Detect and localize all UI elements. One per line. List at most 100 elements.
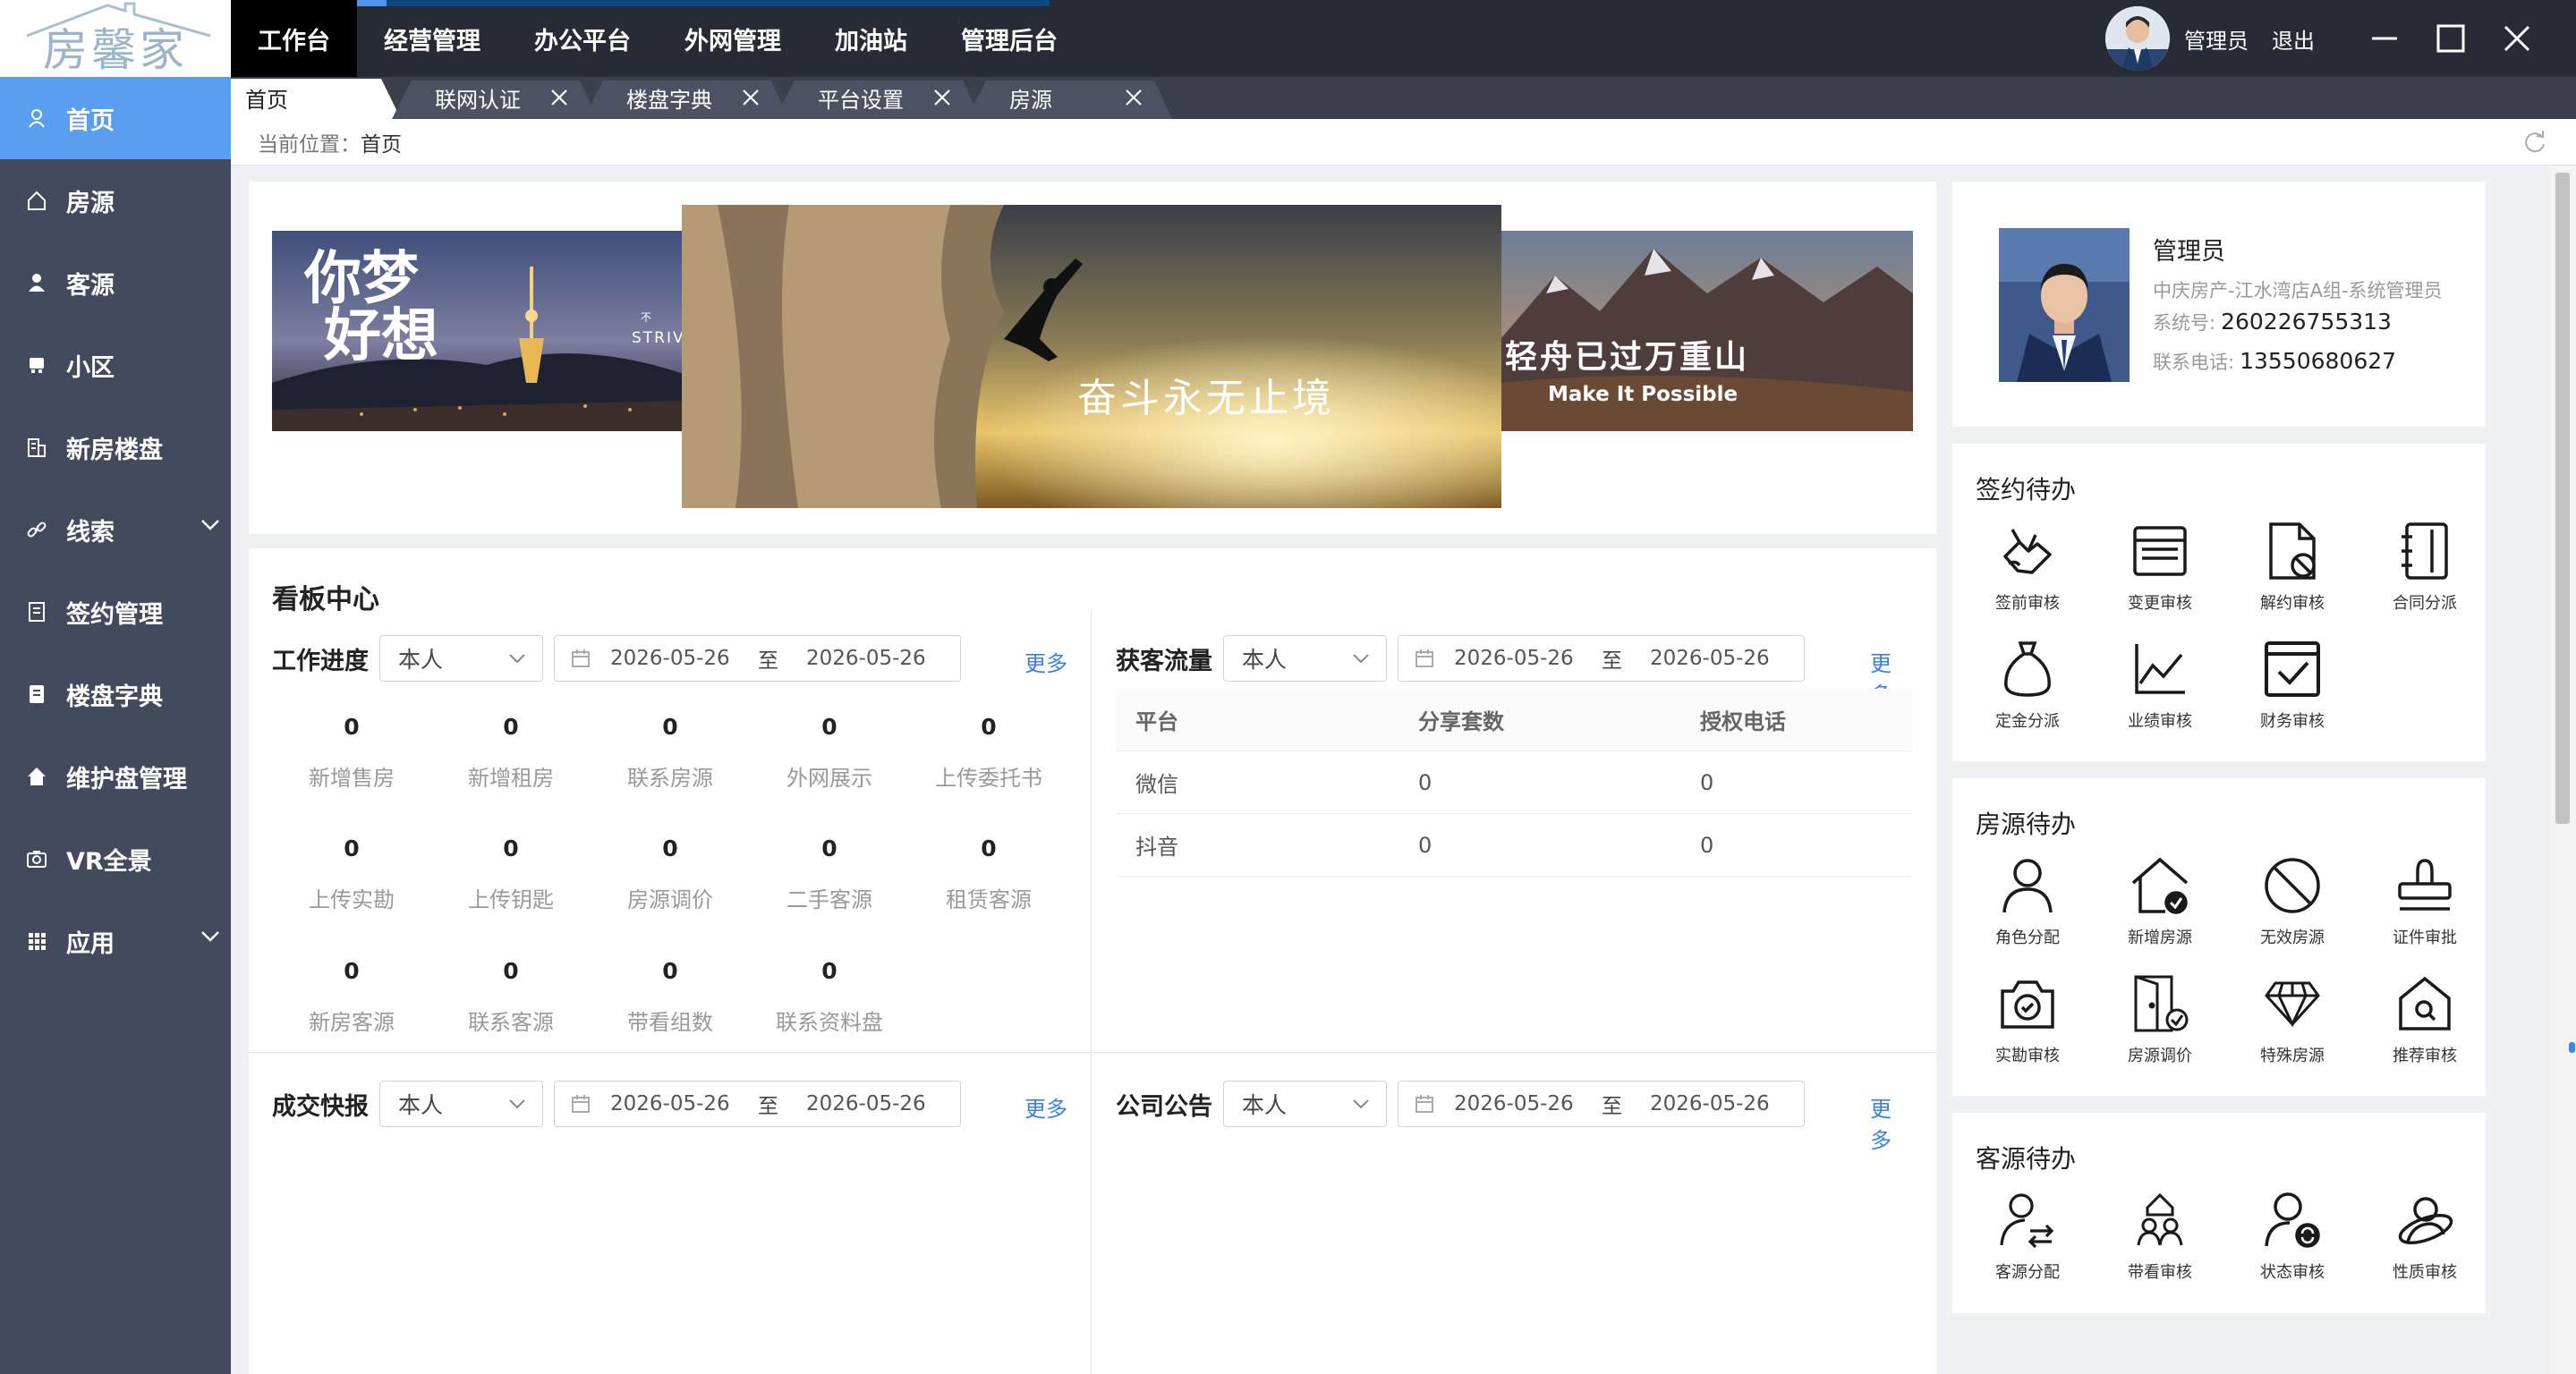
date-from[interactable]: 2026-05-26	[1454, 647, 1602, 670]
chevron-down-icon[interactable]	[200, 930, 220, 943]
date-from[interactable]: 2026-05-26	[1454, 1092, 1602, 1115]
todo-item[interactable]: 推荐审核	[2359, 968, 2491, 1066]
close-icon[interactable]	[549, 88, 569, 107]
sidebar-item-apps[interactable]: 应用	[0, 900, 231, 982]
notices-select[interactable]: 本人	[1223, 1081, 1387, 1127]
todo-item[interactable]: 无效房源	[2226, 850, 2359, 948]
topnav-admin[interactable]: 管理后台	[934, 0, 1084, 77]
deals-select[interactable]: 本人	[379, 1081, 543, 1127]
maximize-button[interactable]	[2427, 15, 2474, 62]
close-window-button[interactable]	[2494, 15, 2540, 62]
sidebar-item-maintenance[interactable]: 维护盘管理	[0, 735, 231, 818]
todo-item[interactable]: 变更审核	[2094, 515, 2226, 614]
sidebar-item-dictionary[interactable]: 楼盘字典	[0, 653, 231, 735]
todo-item[interactable]: 证件审批	[2359, 850, 2491, 948]
sidebar-item-house[interactable]: 房源	[0, 159, 231, 242]
deals-date-range[interactable]: 2026-05-26 至 2026-05-26	[554, 1081, 961, 1127]
table-row[interactable]: 微信 0 0	[1116, 751, 1912, 814]
stat-item[interactable]: 0 联系资料盘	[750, 958, 909, 1036]
todo-item[interactable]: 新增房源	[2094, 850, 2226, 948]
traffic-date-range[interactable]: 2026-05-26 至 2026-05-26	[1398, 635, 1805, 682]
deals-more-link[interactable]: 更多	[1024, 1091, 1067, 1123]
date-from[interactable]: 2026-05-26	[610, 1092, 758, 1115]
tab-platform-settings[interactable]: 平台设置	[775, 77, 981, 119]
todo-item[interactable]: 带看审核	[2094, 1184, 2226, 1283]
stat-item[interactable]: 0 联系客源	[431, 958, 591, 1036]
todo-item[interactable]: 状态审核	[2226, 1184, 2359, 1283]
close-icon[interactable]	[1124, 88, 1143, 107]
tab-home[interactable]: 首页	[231, 77, 401, 119]
todo-item[interactable]: 特殊房源	[2226, 968, 2359, 1066]
sidebar-item-contract[interactable]: 签约管理	[0, 571, 231, 653]
topnav-office[interactable]: 办公平台	[507, 0, 658, 77]
sidebar-item-home[interactable]: 首页	[0, 77, 231, 159]
sidebar-item-vr[interactable]: VR全景	[0, 818, 231, 900]
stat-item[interactable]: 0 新增租房	[431, 714, 591, 792]
date-to[interactable]: 2026-05-26	[1650, 647, 1770, 670]
todo-item-label: 房源调价	[2128, 1047, 2192, 1065]
stat-item[interactable]: 0 上传实勘	[272, 835, 431, 913]
date-to[interactable]: 2026-05-26	[806, 647, 926, 670]
table-row[interactable]: 抖音 0 0	[1116, 814, 1912, 877]
stat-item[interactable]: 0 带看组数	[591, 958, 750, 1036]
work-progress-more-link[interactable]: 更多	[1024, 646, 1067, 677]
topnav-workbench[interactable]: 工作台	[231, 0, 357, 77]
scrollbar-thumb[interactable]	[2555, 173, 2570, 824]
sidebar-item-client[interactable]: 客源	[0, 242, 231, 324]
stat-item[interactable]: 0 新增售房	[272, 714, 431, 792]
todo-item[interactable]: 合同分派	[2359, 515, 2491, 614]
refresh-icon[interactable]	[2522, 130, 2547, 155]
tab-network-auth[interactable]: 联网认证	[392, 77, 598, 119]
people-house-icon	[2124, 1184, 2196, 1256]
todo-item[interactable]: 定金分派	[1961, 633, 2094, 732]
stat-item[interactable]: 0 租赁客源	[909, 835, 1068, 913]
sidebar-item-leads[interactable]: 线索	[0, 488, 231, 571]
work-progress-date-range[interactable]: 2026-05-26 至 2026-05-26	[554, 635, 961, 682]
breadcrumb-current[interactable]: 首页	[361, 127, 402, 157]
avatar[interactable]	[2105, 6, 2170, 71]
todo-item[interactable]: 解约审核	[2226, 515, 2359, 614]
stat-item[interactable]: 0 二手客源	[750, 835, 909, 913]
stat-item[interactable]: 0 上传钥匙	[431, 835, 591, 913]
page-scrollbar[interactable]	[2549, 165, 2576, 1374]
notices-more-link[interactable]: 更多	[1870, 1091, 1912, 1154]
banner-right[interactable]: 轻舟已过万重山 Make It Possible	[1501, 231, 1913, 431]
work-progress-select[interactable]: 本人	[379, 635, 543, 682]
sidebar-item-new-house[interactable]: 新房楼盘	[0, 406, 231, 488]
stat-item[interactable]: 0 上传委托书	[909, 714, 1068, 792]
stat-item[interactable]: 0 联系房源	[591, 714, 750, 792]
user-name[interactable]: 管理员	[2184, 23, 2249, 55]
sidebar-item-community[interactable]: 小区	[0, 324, 231, 406]
todo-item-label: 财务审核	[2260, 712, 2325, 731]
stat-item[interactable]: 0 新房客源	[272, 958, 431, 1036]
tab-house[interactable]: 房源	[966, 77, 1172, 119]
stat-item[interactable]: 0 外网展示	[750, 714, 909, 792]
logout-link[interactable]: 退出	[2272, 23, 2315, 55]
banner-center[interactable]: 奋斗永无止境	[682, 205, 1501, 508]
topnav-station[interactable]: 加油站	[808, 0, 934, 77]
todo-item[interactable]: 实勘审核	[1961, 968, 2094, 1066]
todo-item[interactable]: 房源调价	[2094, 968, 2226, 1066]
stat-item[interactable]: 0 房源调价	[591, 835, 750, 913]
close-icon[interactable]	[741, 88, 761, 107]
chevron-down-icon[interactable]	[200, 519, 220, 531]
notices-date-range[interactable]: 2026-05-26 至 2026-05-26	[1398, 1081, 1805, 1127]
date-to[interactable]: 2026-05-26	[1650, 1092, 1770, 1115]
table-header-cell: 授权电话	[1700, 709, 1786, 734]
minimize-button[interactable]	[2361, 15, 2408, 62]
banner-left[interactable]: 你梦 好想 不 STRIV	[272, 231, 684, 431]
todo-item[interactable]: 性质审核	[2359, 1184, 2491, 1283]
todo-item[interactable]: 财务审核	[2226, 633, 2359, 732]
topnav-extranet[interactable]: 外网管理	[658, 0, 808, 77]
todo-item[interactable]: 客源分配	[1961, 1184, 2094, 1283]
date-from[interactable]: 2026-05-26	[610, 647, 758, 670]
close-icon[interactable]	[932, 88, 952, 107]
topnav-business[interactable]: 经营管理	[357, 0, 507, 77]
todo-item[interactable]: 业绩审核	[2094, 633, 2226, 732]
todo-item[interactable]: 签前审核	[1961, 515, 2094, 614]
logo[interactable]: 房馨家	[0, 0, 231, 77]
traffic-select[interactable]: 本人	[1223, 635, 1387, 682]
tab-dictionary[interactable]: 楼盘字典	[583, 77, 789, 119]
todo-item[interactable]: 角色分配	[1961, 850, 2094, 948]
date-to[interactable]: 2026-05-26	[806, 1092, 926, 1115]
